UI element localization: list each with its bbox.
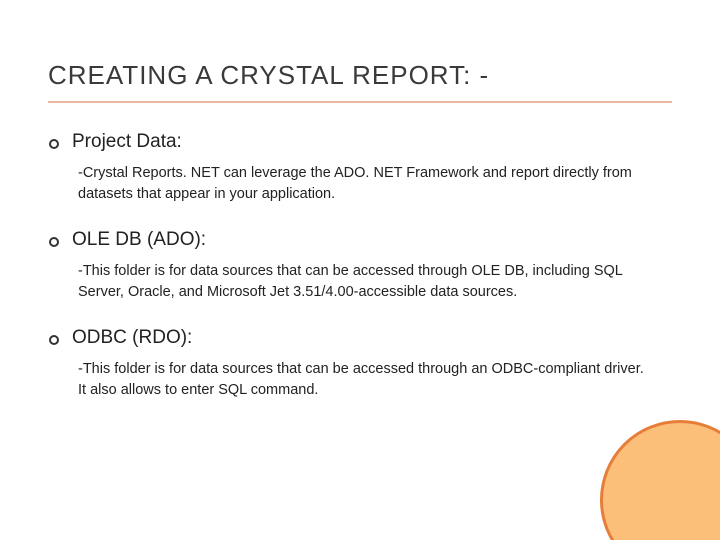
bullet-row: ODBC (RDO): bbox=[48, 327, 672, 349]
bullet-row: OLE DB (ADO): bbox=[48, 229, 672, 251]
bullet-ring-icon bbox=[48, 236, 60, 248]
corner-circle-decoration bbox=[600, 420, 720, 540]
slide: CREATING A CRYSTAL REPORT: - Project Dat… bbox=[0, 0, 720, 540]
section-description: -This folder is for data sources that ca… bbox=[78, 261, 652, 303]
bullet-row: Project Data: bbox=[48, 131, 672, 153]
section-label: OLE DB (ADO): bbox=[72, 229, 206, 251]
section-ole-db: OLE DB (ADO): -This folder is for data s… bbox=[48, 229, 672, 303]
slide-title: CREATING A CRYSTAL REPORT: - bbox=[48, 60, 672, 103]
bullet-ring-icon bbox=[48, 138, 60, 150]
section-description: -This folder is for data sources that ca… bbox=[78, 359, 652, 401]
section-project-data: Project Data: -Crystal Reports. NET can … bbox=[48, 131, 672, 205]
section-label: Project Data: bbox=[72, 131, 182, 153]
section-label: ODBC (RDO): bbox=[72, 327, 192, 349]
section-odbc: ODBC (RDO): -This folder is for data sou… bbox=[48, 327, 672, 401]
section-description: -Crystal Reports. NET can leverage the A… bbox=[78, 163, 652, 205]
bullet-ring-icon bbox=[48, 334, 60, 346]
